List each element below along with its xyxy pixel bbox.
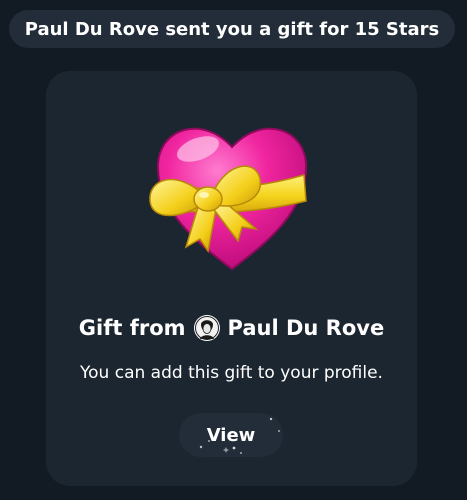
sender-avatar-icon[interactable]: [193, 315, 220, 341]
chat-view: Paul Du Rove sent you a gift for 15 Star…: [0, 0, 467, 500]
gift-from-line: Gift from Paul Du Rove: [46, 315, 417, 341]
heart-gift-icon: [146, 109, 318, 281]
sender-name-link[interactable]: Paul Du Rove: [228, 316, 385, 340]
gift-from-label: Gift from: [78, 316, 186, 340]
view-gift-button[interactable]: View: [179, 413, 283, 457]
service-message: Paul Du Rove sent you a gift for 15 Star…: [9, 10, 455, 48]
view-button-label: View: [206, 424, 256, 446]
gift-description: You can add this gift to your profile.: [80, 363, 383, 383]
service-message-text: Paul Du Rove sent you a gift for 15 Star…: [24, 18, 440, 40]
gift-card[interactable]: Gift from Paul Du Rove You can add this …: [46, 71, 417, 486]
